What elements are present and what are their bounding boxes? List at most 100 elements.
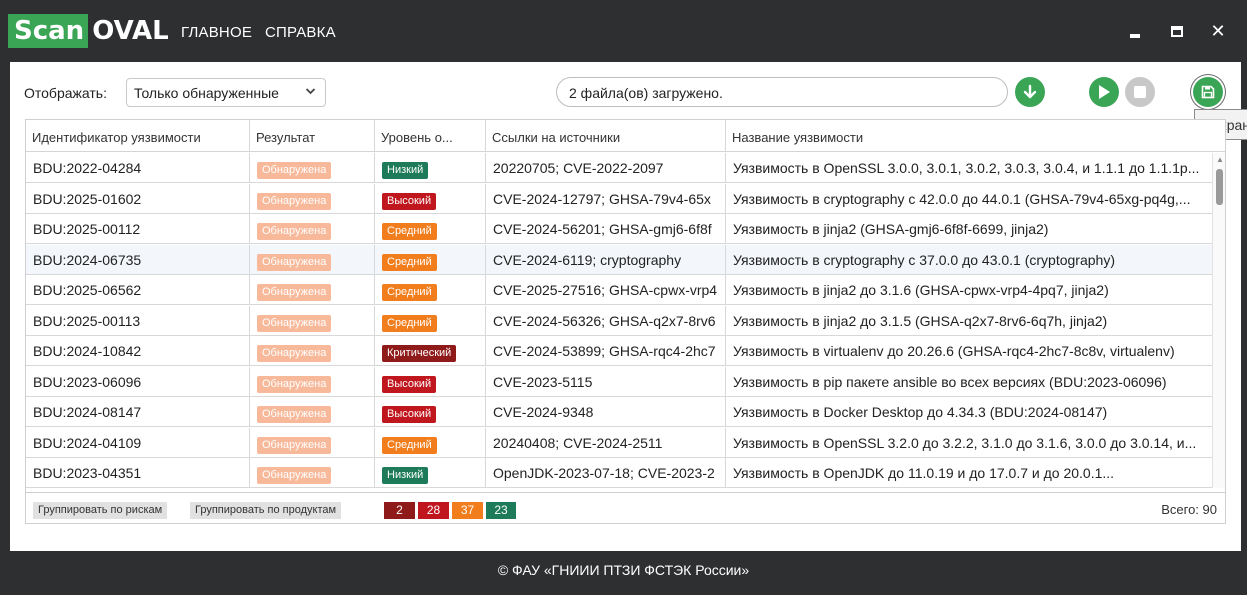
table-row[interactable]: BDU:2024-04109 Обнаружена Средний 20240408;… (26, 427, 1212, 458)
cell-name: Уязвимость в cryptography с 37.0.0 до 43… (733, 251, 1115, 268)
cell-id: BDU:2024-10842 (26, 336, 250, 366)
cell-name: Уязвимость в cryptography с 42.0.0 до 44… (733, 190, 1191, 207)
close-button[interactable]: ✕ (1205, 18, 1231, 44)
play-icon (1099, 85, 1110, 99)
scroll-up-icon[interactable]: ▲ (1216, 155, 1224, 164)
cell-refs: CVE-2024-9348 (486, 397, 726, 427)
cell-level: Низкий (375, 153, 486, 183)
cell-level: Средний (375, 275, 486, 305)
level-badge: Средний (382, 253, 437, 271)
group-by-product-button[interactable]: Группировать по продуктам (190, 502, 342, 519)
cell-name: Уязвимость в jinja2 до 3.1.5 (GHSA-q2x7-… (733, 312, 1108, 329)
column-header-refs[interactable]: Ссылки на источники (486, 120, 726, 152)
nav-home[interactable]: ГЛАВНОЕ (181, 24, 252, 41)
column-header-level[interactable]: Уровень о... (375, 120, 486, 152)
column-header-id[interactable]: Идентификатор уязвимости (26, 120, 250, 152)
cell-refs: OpenJDK-2023-07-18; CVE-2023-2 (486, 458, 726, 488)
cell-refs: CVE-2025-27516; GHSA-cpwx-vrp4 (486, 275, 726, 305)
count-high[interactable]: 28 (418, 502, 449, 519)
level-badge: Высокий (382, 406, 437, 423)
table-row[interactable]: BDU:2025-00113 Обнаружена Средний CVE-2024-… (26, 305, 1212, 336)
cell-refs: 20220705; CVE-2022-2097 (486, 153, 726, 183)
nav-help[interactable]: СПРАВКА (265, 24, 336, 41)
table-row[interactable]: BDU:2022-04284 Обнаружена Низкий 20220705; … (26, 153, 1212, 183)
save-button[interactable] (1193, 77, 1223, 107)
vertical-scrollbar[interactable]: ▲ (1212, 153, 1225, 488)
download-button[interactable] (1015, 77, 1045, 107)
level-badge: Средний (382, 314, 437, 332)
result-badge: Обнаружена (257, 253, 332, 271)
result-badge: Обнаружена (257, 223, 332, 240)
count-low[interactable]: 23 (486, 502, 516, 519)
cell-name: Уязвимость в OpenSSL 3.2.0 до 3.2.2, 3.1… (733, 434, 1197, 451)
level-badge: Средний (382, 223, 437, 240)
cell-level: Критический (375, 336, 486, 366)
cell-id: BDU:2025-00112 (26, 214, 250, 244)
arrow-down-icon (1023, 84, 1037, 99)
level-badge: Высокий (382, 192, 437, 210)
table-body: BDU:2022-04284 Обнаружена Низкий 20220705; … (26, 153, 1212, 488)
cell-result: Обнаружена (250, 458, 375, 488)
table-row[interactable]: BDU:2025-06562 Обнаружена Средний CVE-2025-… (26, 275, 1212, 305)
level-badge: Средний (382, 436, 437, 454)
result-badge: Обнаружена (257, 467, 332, 484)
filter-select-value: Только обнаруженные (134, 85, 279, 101)
cell-id: BDU:2023-04351 (26, 458, 250, 488)
cell-result: Обнаружена (250, 153, 375, 183)
cell-result: Обнаружена (250, 305, 375, 336)
title-bar: Scan OVAL ГЛАВНОЕ СПРАВКА ✕ (0, 0, 1247, 62)
result-badge: Обнаружена (257, 162, 332, 179)
cell-result: Обнаружена (250, 275, 375, 305)
cell-refs: CVE-2023-5115 (486, 366, 726, 397)
scroll-thumb[interactable] (1216, 169, 1223, 205)
table-row[interactable]: BDU:2023-06096 Обнаружена Высокий CVE-2023-… (26, 366, 1212, 397)
count-medium[interactable]: 37 (452, 502, 483, 519)
column-header-result[interactable]: Результат (250, 120, 375, 152)
chevron-down-icon (305, 84, 316, 101)
maximize-button[interactable] (1164, 18, 1190, 44)
cell-result: Обнаружена (250, 366, 375, 397)
result-badge: Обнаружена (257, 436, 332, 454)
level-badge: Низкий (382, 162, 429, 179)
cell-level: Средний (375, 305, 486, 336)
column-header-name[interactable]: Название уязвимости (726, 120, 1212, 152)
result-badge: Обнаружена (257, 192, 332, 210)
cell-level: Средний (375, 244, 486, 275)
cell-name: Уязвимость в jinja2 до 3.1.6 (GHSA-cpwx-… (733, 282, 1109, 298)
table-row[interactable]: BDU:2025-00112 Обнаружена Средний CVE-2024-… (26, 214, 1212, 244)
group-by-risk-button[interactable]: Группировать по рискам (33, 502, 168, 519)
cell-id: BDU:2023-06096 (26, 366, 250, 397)
cell-result: Обнаружена (250, 214, 375, 244)
cell-refs: CVE-2024-53899; GHSA-rqc4-2hc7 (486, 336, 726, 366)
table-row[interactable]: BDU:2023-04351 Обнаружена Низкий OpenJDK-20… (26, 458, 1212, 488)
cell-refs: CVE-2024-12797; GHSA-79v4-65x (486, 183, 726, 214)
count-critical[interactable]: 2 (384, 502, 415, 519)
cell-name: Уязвимость в Docker Desktop до 4.34.3 (B… (733, 404, 1108, 420)
table-header: Идентификатор уязвимости Результат Урове… (26, 120, 1225, 152)
filter-select[interactable]: Только обнаруженные (126, 78, 326, 107)
result-badge: Обнаружена (257, 406, 332, 423)
cell-result: Обнаружена (250, 336, 375, 366)
maximize-icon (1171, 25, 1183, 37)
cell-name: Уязвимость в pip пакете ansible во всех … (733, 373, 1167, 390)
table-row[interactable]: BDU:2025-01602 Обнаружена Высокий CVE-2024-… (26, 183, 1212, 214)
play-button[interactable] (1089, 77, 1119, 107)
cell-level: Низкий (375, 458, 486, 488)
result-badge: Обнаружена (257, 284, 332, 301)
total-count: Всего: 90 (1161, 502, 1217, 517)
close-icon: ✕ (1210, 20, 1226, 41)
level-badge: Высокий (382, 375, 437, 393)
result-badge: Обнаружена (257, 375, 332, 393)
table-row[interactable]: BDU:2024-10842 Обнаружена Критический CVE-2… (26, 336, 1212, 366)
copyright-text: © ФАУ «ГНИИИ ПТЗИ ФСТЭК России» (497, 562, 750, 578)
stop-button[interactable] (1125, 77, 1155, 107)
minimize-button[interactable] (1122, 18, 1148, 44)
table-footer: Группировать по рискам Группировать по п… (26, 492, 1225, 523)
cell-refs: CVE-2024-56201; GHSA-gmj6-6f8f (486, 214, 726, 244)
table-row[interactable]: BDU:2024-06735 Обнаружена Средний CVE-2024-… (26, 244, 1212, 275)
vulnerability-table: Идентификатор уязвимости Результат Урове… (25, 119, 1226, 524)
table-row[interactable]: BDU:2024-08147 Обнаружена Высокий CVE-2024-… (26, 397, 1212, 427)
show-label: Отображать: (24, 85, 107, 101)
cell-result: Обнаружена (250, 397, 375, 427)
cell-name: Уязвимость в OpenJDK до 11.0.19 и до 17.… (733, 465, 1115, 481)
